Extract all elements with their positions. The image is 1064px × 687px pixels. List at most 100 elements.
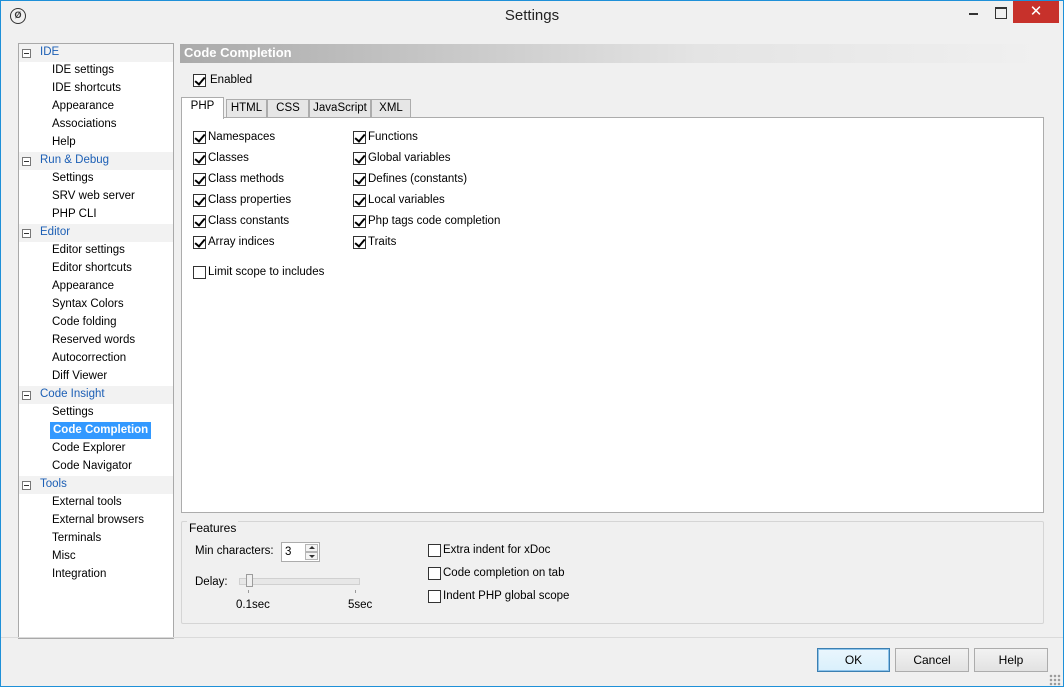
delay-slider[interactable]	[239, 578, 360, 585]
tab-css[interactable]: CSS	[267, 99, 309, 118]
code-completion-on-tab-checkbox[interactable]	[428, 567, 441, 580]
tree-item[interactable]: Code Explorer	[19, 440, 173, 458]
help-button[interactable]: Help	[974, 648, 1048, 672]
class-constants-checkbox[interactable]	[193, 215, 206, 228]
settings-tree[interactable]: IDE IDE settings IDE shortcuts Appearance As…	[18, 43, 174, 639]
tree-item-label: Editor shortcuts	[52, 262, 132, 274]
tree-item[interactable]: Misc	[19, 548, 173, 566]
tree-group-editor[interactable]: Editor	[19, 224, 173, 242]
tab-javascript[interactable]: JavaScript	[309, 99, 371, 118]
min-characters-stepper[interactable]: 3	[281, 542, 320, 562]
tree-item[interactable]: PHP CLI	[19, 206, 173, 224]
tree-group-run-debug[interactable]: Run & Debug	[19, 152, 173, 170]
defines-constants--checkbox[interactable]	[353, 173, 366, 186]
tree-item-label: External tools	[52, 496, 122, 508]
limit-scope-checkbox[interactable]	[193, 266, 206, 279]
cancel-button[interactable]: Cancel	[895, 648, 969, 672]
tree-group-tools[interactable]: Tools	[19, 476, 173, 494]
tree-item[interactable]: IDE settings	[19, 62, 173, 80]
tree-item[interactable]: External browsers	[19, 512, 173, 530]
tree-item-label: PHP CLI	[52, 208, 97, 220]
tree-group-label: Code Insight	[40, 388, 105, 400]
extra-indent-for-xdoc-checkbox[interactable]	[428, 544, 441, 557]
class-methods-checkbox[interactable]	[193, 173, 206, 186]
classes-checkbox[interactable]	[193, 152, 206, 165]
tree-item-label: Code Explorer	[52, 442, 126, 454]
tree-item-label: External browsers	[52, 514, 145, 526]
tree-item-label: IDE shortcuts	[52, 82, 122, 94]
global-variables-checkbox[interactable]	[353, 152, 366, 165]
traits-checkbox[interactable]	[353, 236, 366, 249]
tree-item[interactable]: Appearance	[19, 278, 173, 296]
delay-slider-thumb[interactable]	[246, 574, 253, 587]
tree-group-label: Editor	[40, 226, 71, 238]
collapse-icon[interactable]	[22, 229, 31, 238]
tree-item-label: SRV web server	[52, 190, 135, 202]
tree-item-label: Code Navigator	[52, 460, 132, 472]
option-label: Namespaces	[208, 131, 276, 143]
tree-item[interactable]: Help	[19, 134, 173, 152]
min-characters-label: Min characters:	[195, 545, 274, 557]
array-indices-checkbox[interactable]	[193, 236, 206, 249]
resize-grip[interactable]	[1049, 674, 1061, 686]
feature-option-label: Code completion on tab	[443, 567, 565, 579]
option-label: Defines (constants)	[368, 173, 468, 185]
class-properties-checkbox[interactable]	[193, 194, 206, 207]
tree-item[interactable]: Editor settings	[19, 242, 173, 260]
tree-item-label: Syntax Colors	[52, 298, 124, 310]
section-title: Code Completion	[180, 44, 1044, 63]
tree-item[interactable]: Settings	[19, 170, 173, 188]
tree-item[interactable]: Terminals	[19, 530, 173, 548]
local-variables-checkbox[interactable]	[353, 194, 366, 207]
tree-item[interactable]: Reserved words	[19, 332, 173, 350]
tree-group-ide[interactable]: IDE	[19, 44, 173, 62]
tree-group-code-insight[interactable]: Code Insight	[19, 386, 173, 404]
namespaces-checkbox[interactable]	[193, 131, 206, 144]
collapse-icon[interactable]	[22, 49, 31, 58]
ok-button[interactable]: OK	[817, 648, 890, 672]
minimize-icon[interactable]	[961, 1, 987, 23]
tab-php[interactable]: PHP	[181, 97, 224, 119]
title-bar[interactable]: Ø Settings ✕	[1, 1, 1063, 32]
window-title: Settings	[504, 7, 560, 24]
tree-item[interactable]: Diff Viewer	[19, 368, 173, 386]
tree-item[interactable]: External tools	[19, 494, 173, 512]
tree-item[interactable]: Integration	[19, 566, 173, 584]
tree-item[interactable]: Syntax Colors	[19, 296, 173, 314]
collapse-icon[interactable]	[22, 481, 31, 490]
option-label: Functions	[368, 131, 418, 143]
php-tags-code-completion-checkbox[interactable]	[353, 215, 366, 228]
delay-slider-ticks	[248, 590, 356, 593]
tree-group-label: Tools	[40, 478, 67, 490]
spin-up-icon[interactable]	[305, 544, 318, 552]
tree-item[interactable]: Appearance	[19, 98, 173, 116]
tree-item[interactable]: IDE shortcuts	[19, 80, 173, 98]
option-label: Traits	[368, 236, 397, 248]
tree-item[interactable]: Code Navigator	[19, 458, 173, 476]
enabled-checkbox[interactable]	[193, 74, 206, 87]
collapse-icon[interactable]	[22, 157, 31, 166]
tree-item[interactable]: Code folding	[19, 314, 173, 332]
functions-checkbox[interactable]	[353, 131, 366, 144]
option-label: Classes	[208, 152, 249, 164]
tree-item[interactable]: Editor shortcuts	[19, 260, 173, 278]
tree-item-label: Diff Viewer	[52, 370, 108, 382]
collapse-icon[interactable]	[22, 391, 31, 400]
tree-item[interactable]: Autocorrection	[19, 350, 173, 368]
tree-item-label: Code Completion	[50, 422, 152, 439]
tree-item[interactable]: Associations	[19, 116, 173, 134]
close-icon[interactable]: ✕	[1013, 1, 1059, 23]
option-label: Php tags code completion	[368, 215, 501, 227]
option-label: Array indices	[208, 236, 275, 248]
maximize-icon[interactable]	[987, 1, 1013, 23]
tree-item[interactable]: Settings	[19, 404, 173, 422]
tab-html[interactable]: HTML	[226, 99, 267, 118]
tab-xml[interactable]: XML	[371, 99, 411, 118]
indent-php-global-scope-checkbox[interactable]	[428, 590, 441, 603]
tree-item[interactable]: SRV web server	[19, 188, 173, 206]
enabled-label: Enabled	[210, 74, 253, 86]
tree-item-label: Reserved words	[52, 334, 136, 346]
spin-down-icon[interactable]	[305, 552, 318, 560]
tree-item[interactable]: Code Completion	[19, 422, 173, 440]
tree-item-label: Appearance	[52, 280, 115, 292]
